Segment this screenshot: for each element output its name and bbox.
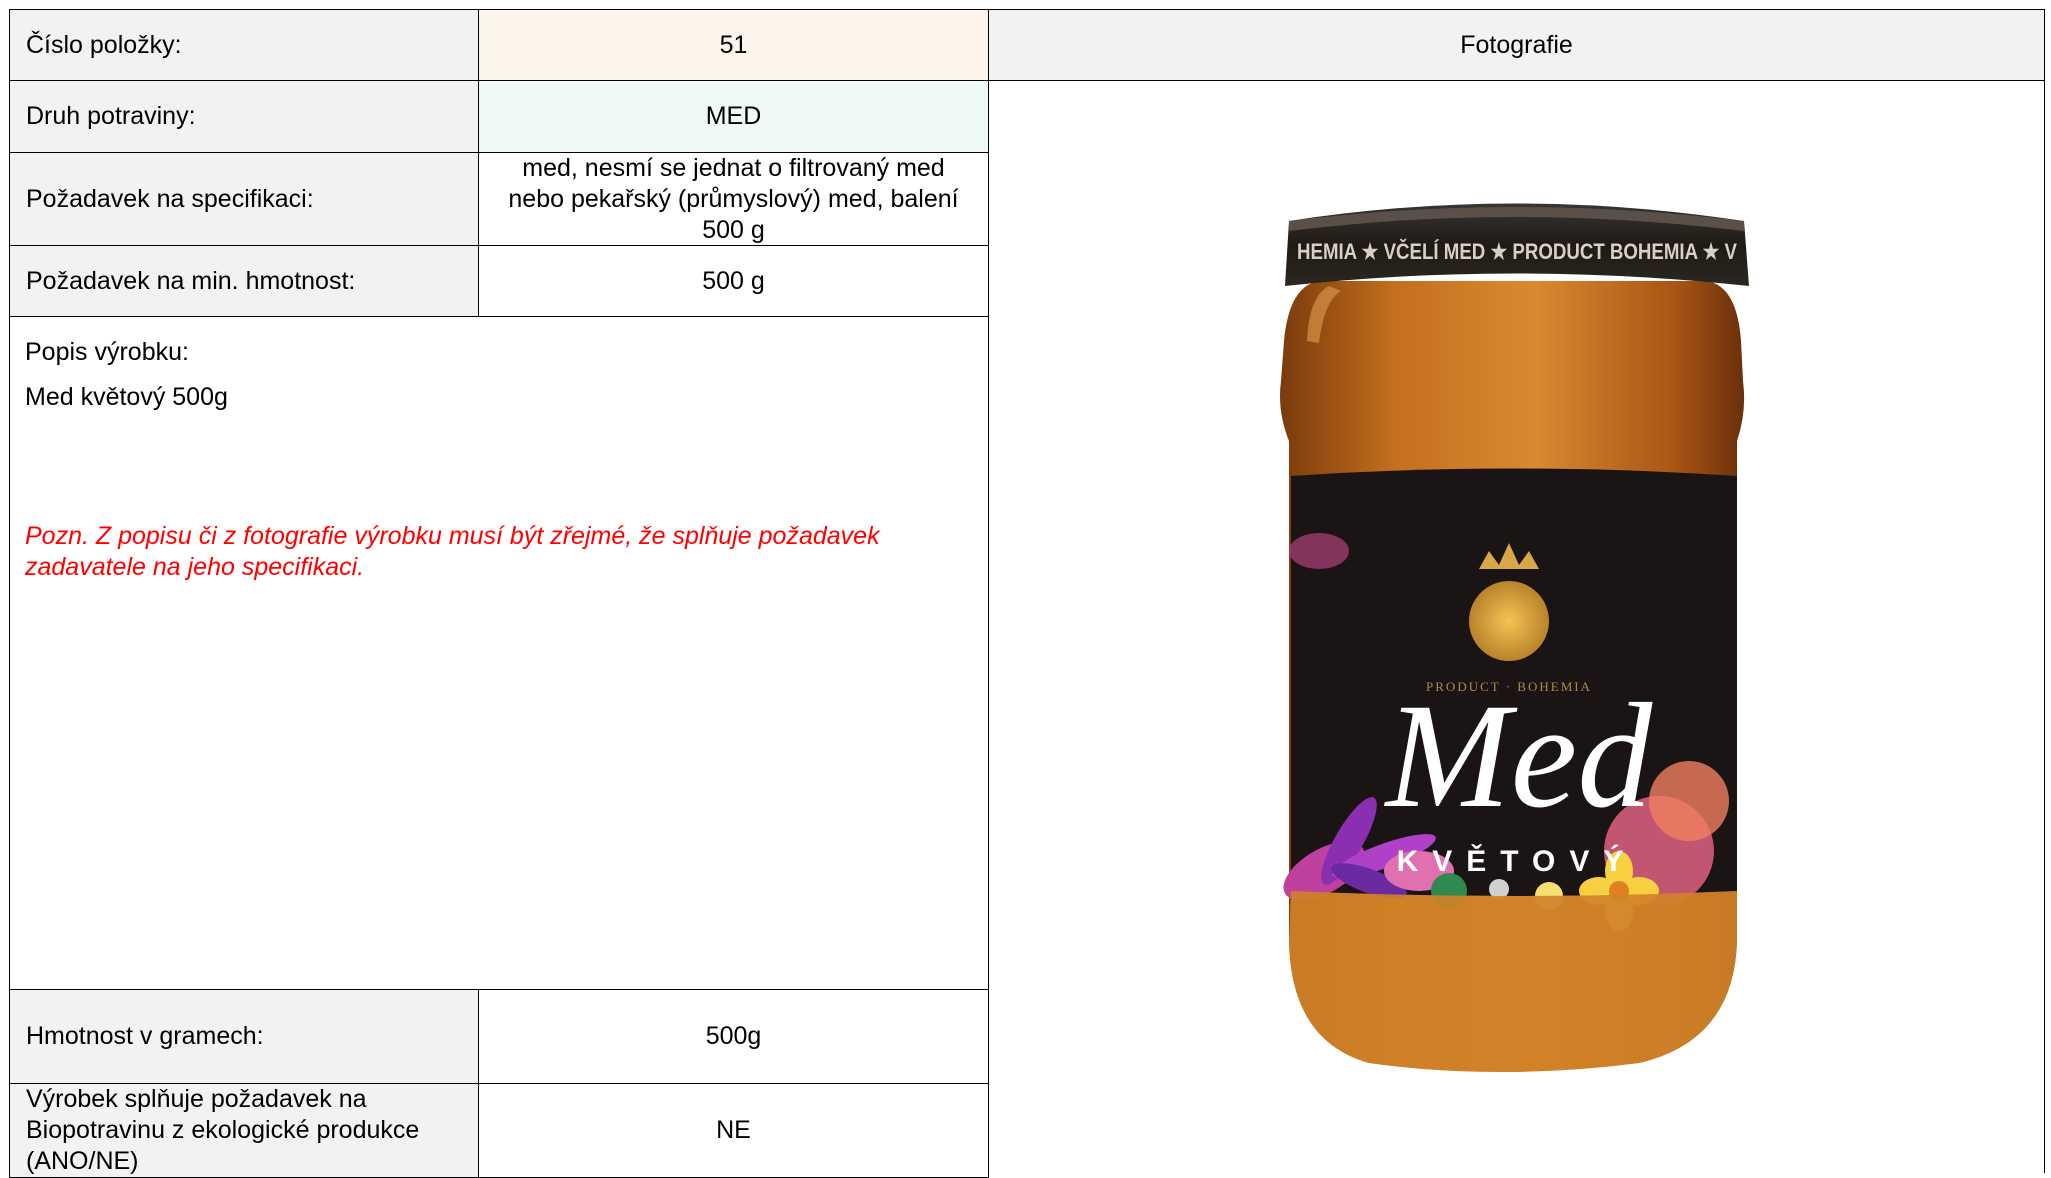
honey-jar-image: HEMIA ★ VČELÍ MED ★ PRODUCT BOHEMIA ★ V <box>1280 203 1749 1072</box>
spec-value-line: 500 g <box>702 215 765 244</box>
min-weight-value: 500 g <box>478 245 989 317</box>
weight-grams-value: 500g <box>478 989 989 1084</box>
bio-label: Výrobek splňuje požadavek na Biopotravin… <box>9 1083 479 1178</box>
min-weight-label: Požadavek na min. hmotnost: <box>9 245 479 317</box>
bio-label-line: (ANO/NE) <box>26 1147 139 1175</box>
description-label: Popis výrobku: <box>25 338 189 366</box>
description-box: Popis výrobku: Med květový 500g Pozn. Z … <box>9 316 989 990</box>
bio-value: NE <box>478 1083 989 1178</box>
label-subtitle: KVĚTOVÝ <box>1397 844 1638 878</box>
lid-text: HEMIA ★ VČELÍ MED ★ PRODUCT BOHEMIA ★ V <box>1297 239 1737 264</box>
item-number-label: Číslo položky: <box>9 9 479 81</box>
weight-grams-label: Hmotnost v gramech: <box>9 989 479 1084</box>
requirement-note: Pozn. Z popisu či z fotografie výrobku m… <box>25 522 880 581</box>
bio-label-line: Biopotravinu z ekologické produkce <box>26 1116 420 1144</box>
product-photo: HEMIA ★ VČELÍ MED ★ PRODUCT BOHEMIA ★ V <box>988 80 2045 1173</box>
product-spec-sheet: Číslo položky: 51 Fotografie Druh potrav… <box>0 0 2051 1178</box>
bio-label-line: Výrobek splňuje požadavek na <box>26 1085 367 1113</box>
photo-header: Fotografie <box>988 9 2045 81</box>
food-type-value: MED <box>478 80 989 153</box>
item-number-value: 51 <box>478 9 989 81</box>
spec-value: med, nesmí se jednat o filtrovaný med ne… <box>478 152 989 246</box>
spec-value-line: nebo pekařský (průmyslový) med, balení <box>508 184 959 213</box>
spec-value-line: med, nesmí se jednat o filtrovaný med <box>522 153 945 182</box>
spec-label: Požadavek na specifikaci: <box>9 152 479 246</box>
food-type-label: Druh potraviny: <box>9 80 479 153</box>
label-title: Med <box>1384 673 1654 839</box>
description-value: Med květový 500g <box>25 383 228 411</box>
